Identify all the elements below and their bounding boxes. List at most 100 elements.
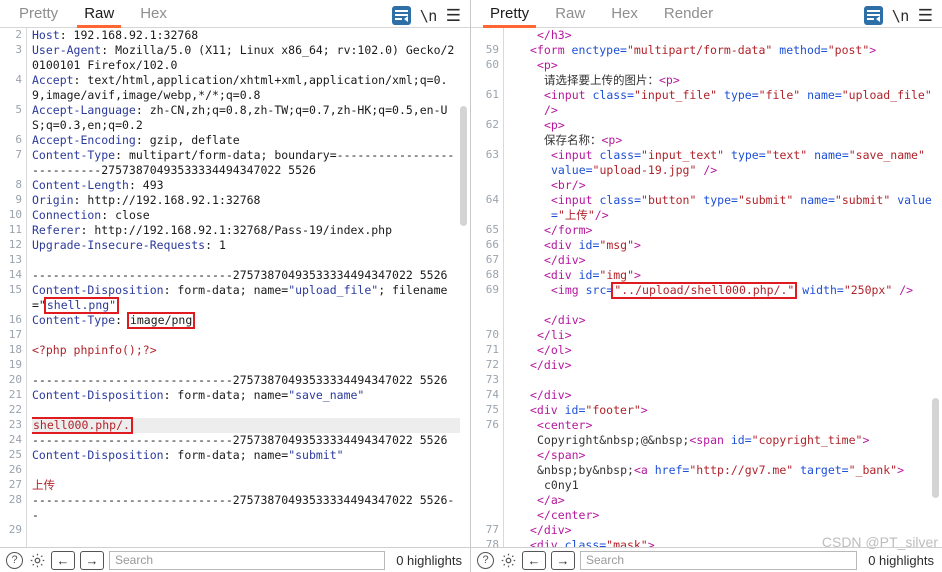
hamburger-menu-icon[interactable]: ☰: [918, 7, 933, 24]
code-line[interactable]: Copyright&nbsp;@&nbsp;<span id="copyrigh…: [509, 433, 932, 448]
request-raw-text[interactable]: Host: 192.168.92.1:32768 User-Agent: Mozi…: [32, 28, 470, 547]
help-icon[interactable]: ?: [6, 551, 23, 569]
word-wrap-icon[interactable]: [863, 6, 883, 25]
code-line[interactable]: [509, 373, 932, 388]
code-line[interactable]: Content-Disposition: form-data; name="sa…: [32, 388, 460, 403]
code-line[interactable]: </div>: [509, 523, 932, 538]
code-line[interactable]: </div>: [509, 388, 932, 403]
search-next-button[interactable]: →: [80, 550, 104, 570]
code-line[interactable]: </h3>: [509, 28, 932, 43]
tab-response-render[interactable]: Render: [651, 4, 726, 28]
code-line[interactable]: Referer: http://192.168.92.1:32768/Pass-…: [32, 223, 460, 238]
code-line[interactable]: Content-Length: 493: [32, 178, 460, 193]
code-token: Accept: [32, 73, 74, 87]
code-line[interactable]: <div id="footer">: [509, 403, 932, 418]
code-line[interactable]: <div id="img">: [509, 268, 932, 283]
code-line[interactable]: <br/>: [509, 178, 932, 193]
code-line[interactable]: &nbsp;by&nbsp;<a href="http://gv7.me" ta…: [509, 463, 932, 478]
code-line[interactable]: shell000.php/.: [32, 417, 460, 434]
word-wrap-icon[interactable]: [391, 6, 411, 25]
code-line[interactable]: Content-Disposition: form-data; name="up…: [32, 283, 460, 314]
search-prev-button[interactable]: ←: [522, 550, 546, 570]
code-line[interactable]: Accept-Language: zh-CN,zh;q=0.8,zh-TW;q=…: [32, 103, 460, 133]
code-token: src=: [585, 283, 614, 297]
code-token: "250px": [843, 283, 893, 297]
code-line[interactable]: Connection: close: [32, 208, 460, 223]
tab-response-raw[interactable]: Raw: [542, 4, 598, 28]
code-line[interactable]: </form>: [509, 223, 932, 238]
code-line[interactable]: Content-Disposition: form-data; name="su…: [32, 448, 460, 463]
tab-request-hex[interactable]: Hex: [127, 4, 180, 28]
search-input[interactable]: Search: [109, 550, 386, 570]
code-token: Origin: [32, 193, 74, 207]
tab-request-raw[interactable]: Raw: [71, 4, 127, 28]
tab-response-hex[interactable]: Hex: [598, 4, 651, 28]
hamburger-menu-icon[interactable]: ☰: [446, 7, 461, 24]
code-line[interactable]: Accept: text/html,application/xhtml+xml,…: [32, 73, 460, 103]
search-input[interactable]: Search: [580, 550, 858, 570]
code-line[interactable]: <center>: [509, 418, 932, 433]
code-line[interactable]: 保存名称：<p>: [509, 133, 932, 148]
line-number: 24: [8, 433, 22, 446]
code-line[interactable]: Content-Type: multipart/form-data; bound…: [32, 148, 460, 178]
code-line[interactable]: </center>: [509, 508, 932, 523]
code-line[interactable]: <div id="msg">: [509, 238, 932, 253]
code-line[interactable]: c0ny1: [509, 478, 932, 493]
code-line[interactable]: Accept-Encoding: gzip, deflate: [32, 133, 460, 148]
code-line[interactable]: 请选择要上传的图片：<p>: [509, 73, 932, 88]
code-token: Content-Type: [32, 313, 116, 327]
code-line[interactable]: </li>: [509, 328, 932, 343]
code-line[interactable]: <input class="button" type="submit" name…: [509, 193, 932, 223]
code-line[interactable]: Host: 192.168.92.1:32768: [32, 28, 460, 43]
settings-gear-icon[interactable]: [28, 551, 46, 569]
code-line[interactable]: <div class="mask">: [509, 538, 932, 547]
code-line[interactable]: -----------------------------27573870493…: [32, 268, 460, 283]
response-pretty-text[interactable]: </h3> <form enctype="multipart/form-data"…: [509, 28, 942, 547]
response-vertical-scrollbar[interactable]: [932, 398, 939, 498]
tab-request-pretty[interactable]: Pretty: [6, 4, 71, 28]
code-line[interactable]: </div>: [509, 313, 932, 328]
code-line[interactable]: [32, 463, 460, 478]
code-line[interactable]: [32, 523, 460, 538]
code-line[interactable]: </div>: [509, 253, 932, 268]
request-vertical-scrollbar[interactable]: [460, 106, 467, 226]
highlight-box: shell.png": [43, 297, 120, 314]
code-line[interactable]: Origin: http://192.168.92.1:32768: [32, 193, 460, 208]
code-line[interactable]: <img src="../upload/shell000.php/." widt…: [509, 282, 932, 299]
code-line[interactable]: -----------------------------27573870493…: [32, 493, 460, 523]
code-line[interactable]: <input class="input_text" type="text" na…: [509, 148, 932, 178]
code-line[interactable]: [32, 358, 460, 373]
code-line[interactable]: Content-Type: image/png: [32, 312, 460, 329]
code-token: Content-Disposition: [32, 448, 164, 462]
code-line[interactable]: <p>: [509, 118, 932, 133]
tab-response-pretty[interactable]: Pretty: [477, 4, 542, 28]
code-line[interactable]: User-Agent: Mozilla/5.0 (X11; Linux x86_…: [32, 43, 460, 73]
code-line[interactable]: -----------------------------27573870493…: [32, 373, 460, 388]
code-line[interactable]: [32, 328, 460, 343]
code-line[interactable]: <input class="input_file" type="file" na…: [509, 88, 932, 118]
code-line[interactable]: <?php phpinfo();?>: [32, 343, 460, 358]
code-line[interactable]: </a>: [509, 493, 932, 508]
response-code-area[interactable]: 59 60 61 62 63 64 65 66 67 68 69 70 71 72 73 74 75 76 77 78…: [471, 28, 942, 548]
code-line[interactable]: <p>: [509, 58, 932, 73]
help-icon[interactable]: ?: [477, 551, 494, 569]
line-number: 11: [8, 223, 22, 236]
request-code-area[interactable]: 2 3 4 5 6 7 8 9 10 11 12 13 14 15 16 17 18 19 20 21 22 23 24 25…: [0, 28, 470, 548]
search-next-button[interactable]: →: [551, 550, 575, 570]
search-prev-button[interactable]: ←: [51, 550, 75, 570]
code-line[interactable]: </div>: [509, 358, 932, 373]
code-line[interactable]: [32, 403, 460, 418]
newline-icon[interactable]: \n: [892, 7, 910, 25]
code-line[interactable]: Upgrade-Insecure-Requests: 1: [32, 238, 460, 253]
settings-gear-icon[interactable]: [499, 551, 517, 569]
request-panel: Pretty Raw Hex \n ☰ 2 3 4 5 6 7 8 9 10 11 12 13 14 15…: [0, 0, 471, 572]
code-line[interactable]: </ol>: [509, 343, 932, 358]
burp-message-editor: Pretty Raw Hex \n ☰ 2 3 4 5 6 7 8 9 10 11 12 13 14 15…: [0, 0, 942, 572]
code-line[interactable]: -----------------------------27573870493…: [32, 433, 460, 448]
code-line[interactable]: <form enctype="multipart/form-data" meth…: [509, 43, 932, 58]
code-line[interactable]: </span>: [509, 448, 932, 463]
code-line[interactable]: 上传: [32, 478, 460, 493]
code-line[interactable]: [32, 253, 460, 268]
newline-icon[interactable]: \n: [420, 7, 438, 25]
code-line[interactable]: [509, 298, 932, 313]
